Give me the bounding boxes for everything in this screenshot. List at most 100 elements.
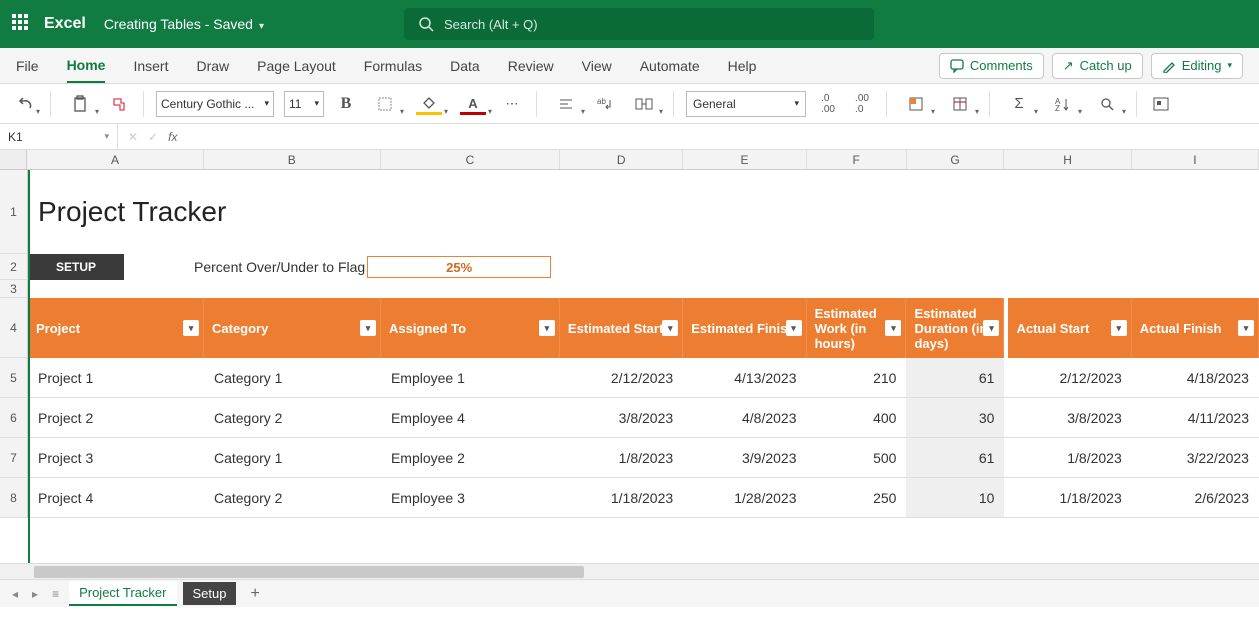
cell-actfinish[interactable]: 2/6/2023 — [1132, 478, 1259, 517]
search-box[interactable]: Search (Alt + Q) — [404, 8, 874, 40]
cell-category[interactable]: Category 2 — [204, 478, 381, 517]
cell-estdur[interactable]: 30 — [906, 398, 1004, 437]
cell-actfinish[interactable]: 4/11/2023 — [1132, 398, 1259, 437]
col-header-f[interactable]: F — [807, 150, 907, 169]
filter-icon[interactable]: ▾ — [786, 320, 802, 336]
scroll-thumb[interactable] — [34, 566, 584, 578]
tab-draw[interactable]: Draw — [196, 48, 229, 83]
row-header-4[interactable]: 4 — [0, 298, 28, 358]
th-assigned[interactable]: Assigned To▾ — [381, 298, 560, 358]
name-box[interactable]: K1▾ — [0, 124, 118, 149]
formula-input[interactable] — [187, 124, 1259, 149]
th-actfinish[interactable]: Actual Finish▾ — [1132, 298, 1259, 358]
row-header-1[interactable]: 1 — [0, 170, 28, 254]
increase-decimal-button[interactable]: .00.0 — [850, 92, 874, 116]
format-table-button[interactable] — [943, 92, 977, 116]
th-actstart[interactable]: Actual Start▾ — [1004, 298, 1131, 358]
tab-view[interactable]: View — [582, 48, 612, 83]
cell-estfinish[interactable]: 4/8/2023 — [683, 398, 806, 437]
col-header-e[interactable]: E — [683, 150, 806, 169]
cell-estwork[interactable]: 210 — [807, 358, 907, 397]
cell-actfinish[interactable]: 3/22/2023 — [1132, 438, 1259, 477]
autosum-button[interactable]: Σ — [1002, 92, 1036, 116]
row-header-5[interactable]: 5 — [0, 358, 28, 398]
cell-eststart[interactable]: 1/8/2023 — [560, 438, 683, 477]
cell-estfinish[interactable]: 4/13/2023 — [683, 358, 806, 397]
flag-value-cell[interactable]: 25% — [367, 256, 551, 278]
tab-page-layout[interactable]: Page Layout — [257, 48, 336, 83]
th-estdur[interactable]: Estimated Duration (in days)▾ — [906, 298, 1004, 358]
cell-eststart[interactable]: 1/18/2023 — [560, 478, 683, 517]
th-estfinish[interactable]: Estimated Finish▾ — [683, 298, 806, 358]
th-category[interactable]: Category▾ — [204, 298, 381, 358]
tab-review[interactable]: Review — [508, 48, 554, 83]
select-all-button[interactable] — [0, 150, 27, 169]
conditional-format-button[interactable] — [899, 92, 933, 116]
cell-estfinish[interactable]: 1/28/2023 — [683, 478, 806, 517]
align-button[interactable] — [549, 92, 583, 116]
cell-actstart[interactable]: 3/8/2023 — [1004, 398, 1131, 437]
sheet-tab-setup[interactable]: Setup — [183, 582, 237, 605]
paste-button[interactable] — [63, 92, 97, 116]
col-header-c[interactable]: C — [381, 150, 560, 169]
cell-actstart[interactable]: 1/8/2023 — [1004, 438, 1131, 477]
table-row[interactable]: Project 3Category 1Employee 21/8/20233/9… — [28, 438, 1259, 478]
tab-data[interactable]: Data — [450, 48, 480, 83]
font-size-select[interactable]: 11▾ — [284, 91, 324, 117]
cell-project[interactable]: Project 4 — [28, 478, 204, 517]
sheet-tab-project-tracker[interactable]: Project Tracker — [69, 581, 176, 606]
tab-insert[interactable]: Insert — [133, 48, 168, 83]
add-sheet-button[interactable]: + — [242, 585, 267, 603]
cell-estfinish[interactable]: 3/9/2023 — [683, 438, 806, 477]
horizontal-scrollbar[interactable] — [0, 563, 1259, 579]
row-header-2[interactable]: 2 — [0, 254, 28, 280]
table-row[interactable]: Project 2Category 2Employee 43/8/20234/8… — [28, 398, 1259, 438]
cell-category[interactable]: Category 1 — [204, 438, 381, 477]
col-header-d[interactable]: D — [560, 150, 683, 169]
tab-formulas[interactable]: Formulas — [364, 48, 422, 83]
tab-help[interactable]: Help — [728, 48, 757, 83]
cell-actstart[interactable]: 2/12/2023 — [1004, 358, 1131, 397]
cell-assigned[interactable]: Employee 4 — [381, 398, 560, 437]
grid-area[interactable]: 1 2 3 4 5 6 7 8 Project Tracker SETUP Pe… — [0, 170, 1259, 563]
col-header-i[interactable]: I — [1132, 150, 1259, 169]
more-font-button[interactable]: ⋯ — [500, 92, 524, 116]
sheet-nav-prev[interactable]: ◂ — [8, 587, 22, 601]
filter-icon[interactable]: ▾ — [885, 320, 901, 336]
tab-home[interactable]: Home — [67, 48, 106, 83]
decrease-decimal-button[interactable]: .0.00 — [816, 92, 840, 116]
filter-icon[interactable]: ▾ — [1238, 320, 1254, 336]
sort-filter-button[interactable]: AZ — [1046, 92, 1080, 116]
table-row[interactable]: Project 1Category 1Employee 12/12/20234/… — [28, 358, 1259, 398]
fx-icon[interactable]: fx — [168, 130, 177, 144]
col-header-a[interactable]: A — [27, 150, 203, 169]
filter-icon[interactable]: ▾ — [662, 320, 678, 336]
cell-estwork[interactable]: 500 — [807, 438, 907, 477]
col-header-h[interactable]: H — [1004, 150, 1131, 169]
merge-button[interactable] — [627, 92, 661, 116]
cell-estdur[interactable]: 61 — [906, 438, 1004, 477]
undo-button[interactable] — [14, 92, 38, 116]
col-header-g[interactable]: G — [907, 150, 1005, 169]
find-button[interactable] — [1090, 92, 1124, 116]
enter-formula-icon[interactable]: ✓ — [148, 130, 158, 144]
cell-eststart[interactable]: 2/12/2023 — [560, 358, 683, 397]
filter-icon[interactable]: ▾ — [539, 320, 555, 336]
borders-button[interactable] — [368, 92, 402, 116]
table-row[interactable]: Project 4Category 2Employee 31/18/20231/… — [28, 478, 1259, 518]
cell-category[interactable]: Category 1 — [204, 358, 381, 397]
font-color-button[interactable]: A — [456, 92, 490, 116]
cell-estdur[interactable]: 61 — [906, 358, 1004, 397]
cell-category[interactable]: Category 2 — [204, 398, 381, 437]
tab-automate[interactable]: Automate — [640, 48, 700, 83]
cell-assigned[interactable]: Employee 2 — [381, 438, 560, 477]
cell-project[interactable]: Project 1 — [28, 358, 204, 397]
wrap-text-button[interactable]: ab — [593, 92, 617, 116]
row-header-8[interactable]: 8 — [0, 478, 28, 518]
cancel-formula-icon[interactable]: ✕ — [128, 130, 138, 144]
filter-icon[interactable]: ▾ — [183, 320, 199, 336]
th-estwork[interactable]: Estimated Work (in hours)▾ — [807, 298, 907, 358]
col-header-b[interactable]: B — [204, 150, 381, 169]
setup-button[interactable]: SETUP — [28, 254, 124, 280]
addins-button[interactable] — [1149, 92, 1173, 116]
